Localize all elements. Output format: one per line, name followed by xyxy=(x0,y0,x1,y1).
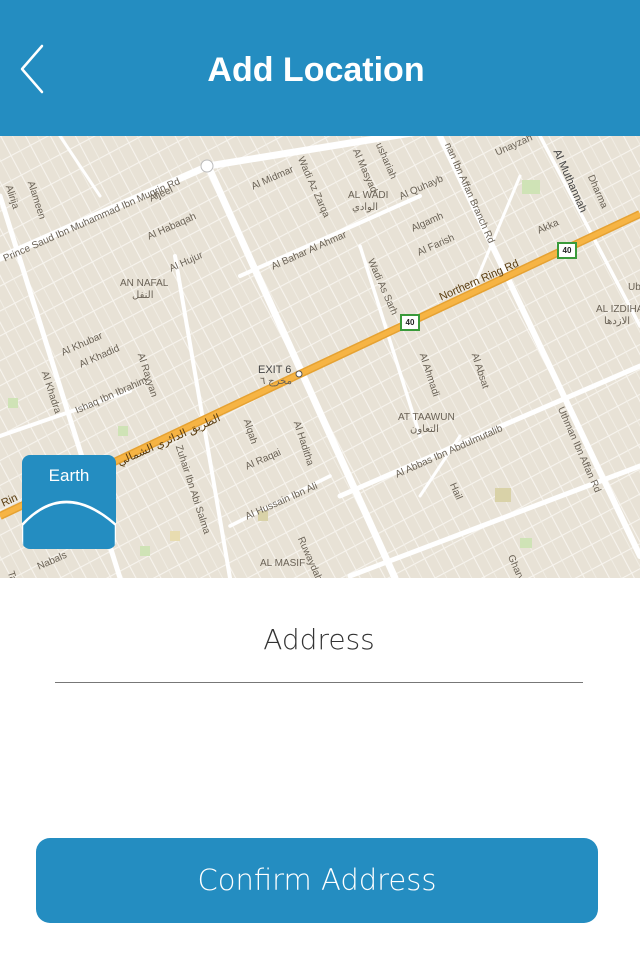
map-label: AN NAFAL xyxy=(120,278,169,289)
address-input[interactable] xyxy=(55,612,583,666)
map-label: AL IZDIHA xyxy=(596,304,640,315)
app-header: Add Location xyxy=(0,0,640,136)
route-shield: 40 xyxy=(400,314,420,331)
map-label: EXIT 6 xyxy=(258,364,292,376)
map-view[interactable]: Prince Saud Ibn Muhammad Ibn Muqrin Rd A… xyxy=(0,136,640,578)
address-field[interactable] xyxy=(55,612,583,683)
confirm-address-button[interactable]: Confirm Address xyxy=(36,838,598,923)
map-label: مخرج ٦ xyxy=(260,376,292,387)
page-title: Add Location xyxy=(207,51,425,89)
map-label: AL WADI xyxy=(348,190,389,201)
map-label: الوادي xyxy=(352,202,379,213)
map-label: Ub xyxy=(628,282,640,293)
globe-icon xyxy=(22,500,116,549)
map-label: AL MASIF xyxy=(260,558,306,569)
map-label: النفل xyxy=(132,290,154,301)
map-label: الازدها xyxy=(604,316,631,327)
route-shield: 40 xyxy=(557,242,577,259)
map-label: التعاون xyxy=(410,424,439,435)
map-label: AT TAAWUN xyxy=(398,412,455,423)
earth-view-button[interactable]: Earth xyxy=(22,455,116,549)
